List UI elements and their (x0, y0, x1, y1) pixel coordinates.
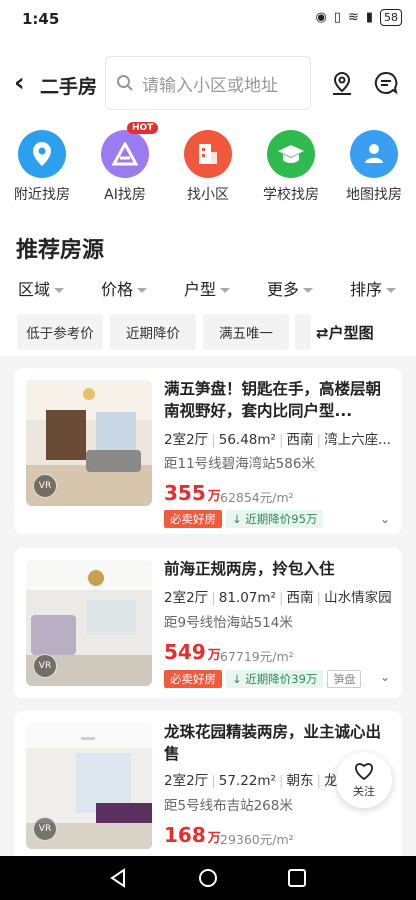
location-pin-icon (18, 130, 66, 178)
filter-price[interactable]: 价格 (101, 276, 148, 300)
caret-down-icon (303, 288, 314, 293)
listing-price: 355 万 (164, 481, 221, 505)
caret-down-icon (220, 288, 231, 293)
quick-ai[interactable]: HOT AI找房 (85, 122, 165, 204)
filter-sort[interactable]: 排序 (350, 276, 397, 300)
caret-down-icon (386, 288, 397, 293)
tag-below-ref[interactable]: 低于参考价 (17, 314, 103, 350)
bargain-badge: 笋盘 (327, 670, 362, 688)
battery-icon: 58 (380, 9, 402, 26)
listing-photo[interactable]: VR (26, 380, 152, 506)
listing-unit-price: 29360元/m² (220, 832, 294, 847)
listing-unit-price: 67719元/m² (220, 649, 294, 664)
listing-info: 2室2厅 | 56.48m² | 西南 | 湾上六座... (164, 432, 391, 448)
listing-price: 168 万 (164, 823, 221, 847)
search-icon (117, 75, 133, 91)
quick-school[interactable]: 学校找房 (251, 130, 331, 204)
filter-more[interactable]: 更多 (267, 276, 314, 300)
chevron-down-icon[interactable]: ⌄ (380, 670, 390, 684)
follow-button[interactable]: 关注 (336, 752, 392, 808)
layout-chart-toggle[interactable]: ⇄户型图 (316, 322, 374, 343)
eye-icon: ◉ (315, 10, 327, 25)
message-icon[interactable] (373, 70, 399, 96)
quick-community[interactable]: 找小区 (168, 130, 248, 204)
heart-icon (355, 763, 373, 781)
filter-bar: 区域 价格 户型 更多 排序 (0, 274, 416, 302)
vr-badge[interactable]: VR (33, 817, 57, 841)
listing-photo[interactable]: VR (26, 723, 152, 849)
tag-five-unique[interactable]: 满五唯一 (203, 314, 289, 350)
search-placeholder: 请输入小区或地址 (142, 75, 278, 96)
swap-icon: ⇄ (316, 324, 329, 342)
listing-metro: 距11号线碧海湾站586米 (164, 456, 315, 472)
tag-more[interactable] (295, 314, 311, 350)
listing-photo[interactable]: VR (26, 560, 152, 686)
listing-card[interactable]: VR 满五笋盘！钥匙在手，高楼层朝南视野好，套内比同户型... 2室2厅 | 56.… (14, 368, 402, 534)
quick-tags: 低于参考价 近期降价 满五唯一 ⇄户型图 (0, 314, 416, 352)
filter-layout[interactable]: 户型 (184, 276, 231, 300)
listing-title: 满五笋盘！钥匙在手，高楼层朝南视野好，套内比同户型... (164, 380, 382, 420)
sell-badge: 必卖好房 (164, 510, 222, 528)
hot-badge: HOT (127, 122, 159, 134)
header: ‹ 二手房 请输入小区或地址 (0, 52, 416, 114)
price-drop-badge: ↓ 近期降价39万 (226, 670, 324, 688)
status-time: 1:45 (22, 10, 60, 28)
filter-area[interactable]: 区域 (18, 276, 65, 300)
status-bar: 1:45 ◉ ▯ ≋ ▮ 58 (0, 0, 416, 40)
price-drop-badge: ↓ 近期降价95万 (226, 510, 324, 528)
graduation-cap-icon (267, 130, 315, 178)
search-input[interactable]: 请输入小区或地址 (105, 56, 311, 110)
back-arrow-icon[interactable]: ‹ (14, 70, 25, 96)
quick-nearby[interactable]: 附近找房 (2, 130, 82, 204)
caret-down-icon (137, 288, 148, 293)
caret-down-icon (54, 288, 65, 293)
listing-info: 2室2厅|57.22m²|朝东|龙珠 (164, 773, 340, 789)
chevron-down-icon[interactable]: ⌄ (380, 512, 390, 526)
listing-price: 549 万 (164, 640, 221, 664)
listing-card[interactable]: VR 前海正规两房，拎包入住 2室2厅 | 81.07m² | 西南 | 山水情家园 距9号… (14, 548, 402, 698)
ai-house-icon (101, 130, 149, 178)
signal-icon: ▮ (365, 10, 373, 25)
listing-unit-price: 62854元/m² (220, 490, 294, 505)
quick-map[interactable]: 地图找房 (334, 130, 414, 204)
nav-recent-icon[interactable] (287, 868, 307, 888)
quick-entries: 附近找房 HOT AI找房 找小区 学校找房 地图找房 (0, 122, 416, 210)
follow-label: 关注 (353, 785, 375, 798)
nav-home-icon[interactable] (198, 868, 218, 888)
vibrate-icon: ▯ (333, 10, 341, 25)
vr-badge[interactable]: VR (33, 654, 57, 678)
vr-badge[interactable]: VR (33, 474, 57, 498)
building-icon (184, 130, 232, 178)
listing-info: 2室2厅 | 81.07m² | 西南 | 山水情家园 (164, 590, 392, 606)
listing-metro: 距9号线怡海站514米 (164, 615, 293, 631)
listing-title: 前海正规两房，拎包入住 (164, 560, 335, 578)
system-nav-bar (0, 856, 416, 900)
page-title: 二手房 (40, 76, 98, 98)
nav-back-icon[interactable] (108, 868, 128, 888)
map-person-icon (350, 130, 398, 178)
tag-price-drop[interactable]: 近期降价 (110, 314, 196, 350)
section-title: 推荐房源 (16, 238, 105, 263)
sell-badge: 必卖好房 (164, 670, 222, 688)
wifi-icon: ≋ (347, 10, 359, 25)
location-person-icon[interactable] (329, 70, 355, 96)
listing-metro: 距5号线布吉站268米 (164, 798, 293, 814)
